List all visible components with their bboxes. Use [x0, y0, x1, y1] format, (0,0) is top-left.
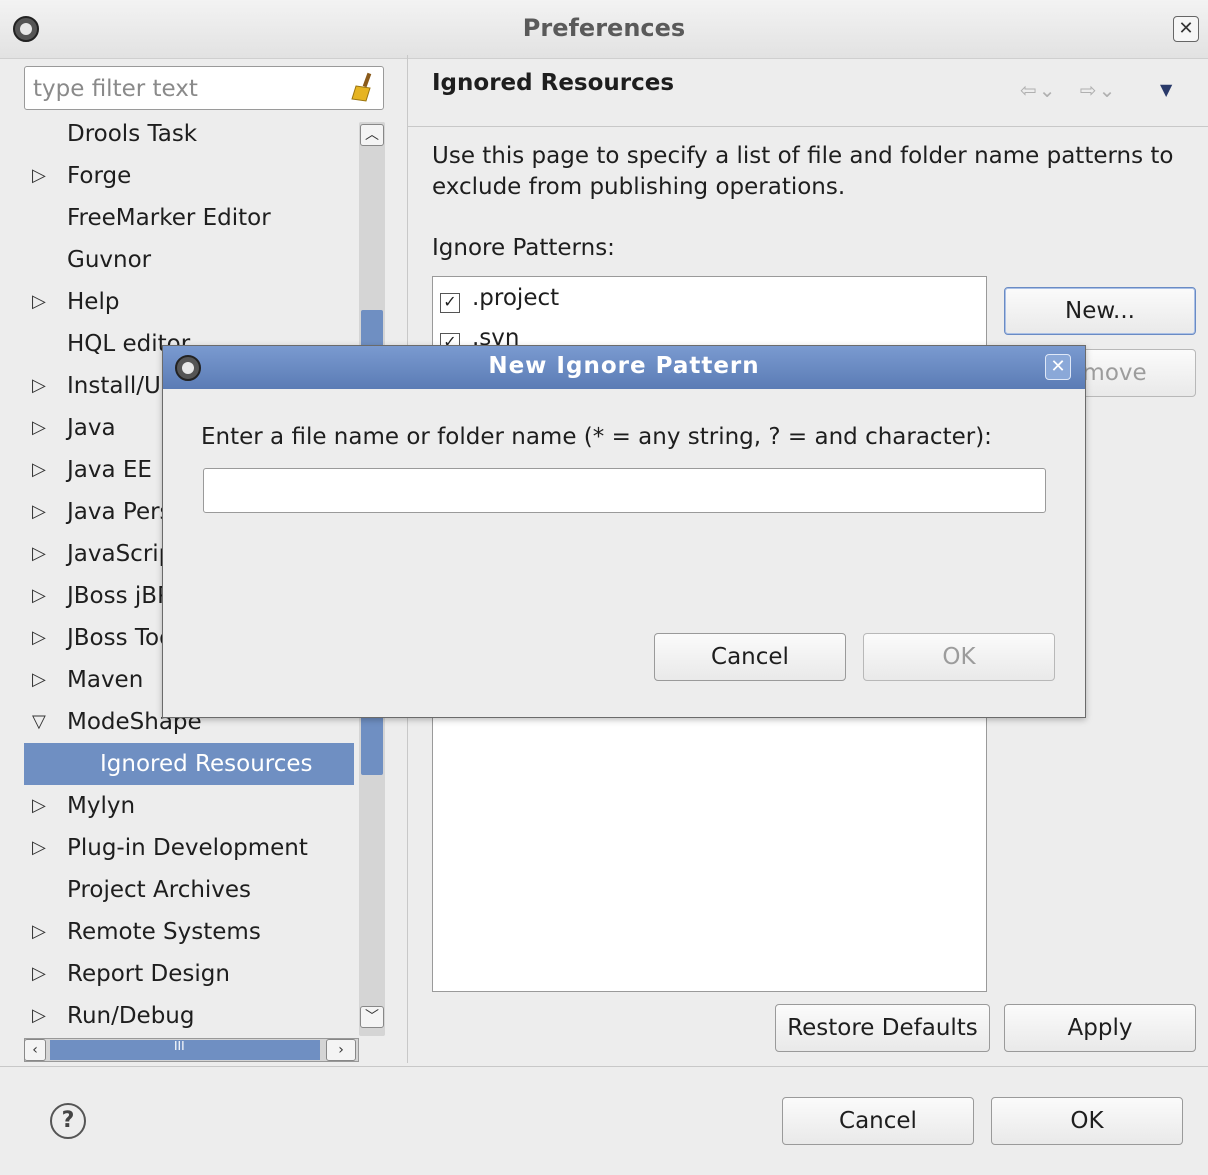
tree-item[interactable]: ▷ Mylyn — [24, 785, 354, 827]
expand-arrow-icon[interactable]: ▷ — [32, 617, 46, 659]
dialog-close-icon[interactable]: ✕ — [1045, 354, 1071, 380]
tree-item[interactable]: ▷ Remote Systems — [24, 911, 354, 953]
tree-item-label: Remote Systems — [67, 919, 261, 945]
filter-field[interactable] — [24, 66, 384, 110]
expand-arrow-icon[interactable]: ▷ — [32, 995, 46, 1037]
tree-item[interactable]: Guvnor — [24, 239, 354, 281]
tree-item[interactable]: Drools Task — [24, 113, 354, 155]
tree-item-label: Plug-in Development — [67, 835, 308, 861]
pattern-input[interactable] — [203, 468, 1046, 513]
tree-item[interactable]: ▷ Run/Debug — [24, 995, 354, 1037]
scroll-left-button[interactable]: ‹ — [24, 1039, 46, 1061]
expand-arrow-icon[interactable]: ▷ — [32, 533, 46, 575]
scroll-right-button[interactable]: › — [326, 1039, 356, 1061]
expand-arrow-icon[interactable]: ▷ — [32, 575, 46, 617]
tree-item-label: Maven — [67, 667, 144, 693]
expand-arrow-icon[interactable]: ▷ — [32, 155, 46, 197]
tree-item[interactable]: Project Archives — [24, 869, 354, 911]
page-description: Use this page to specify a list of file … — [432, 143, 1174, 200]
window-close-icon[interactable]: ✕ — [1173, 16, 1199, 42]
expand-arrow-icon[interactable]: ▷ — [32, 827, 46, 869]
help-icon[interactable]: ? — [50, 1103, 86, 1139]
expand-arrow-icon[interactable]: ▷ — [32, 281, 46, 323]
expand-arrow-icon[interactable]: ▷ — [32, 911, 46, 953]
tree-item-label: Forge — [67, 163, 132, 189]
tree-item-label: Drools Task — [67, 121, 198, 147]
expand-arrow-icon[interactable]: ▷ — [32, 407, 46, 449]
tree-item-label: Java — [67, 415, 116, 441]
tree-item-label: Run/Debug — [67, 1003, 195, 1029]
page-title: Ignored Resources — [432, 70, 675, 96]
scroll-up-button[interactable]: ︿ — [360, 124, 384, 146]
tree-item-label: Guvnor — [67, 247, 152, 273]
tree-hscroll-thumb[interactable] — [50, 1040, 320, 1060]
tree-item-label: Ignored Resources — [100, 751, 313, 777]
tree-item[interactable]: ▷ Forge — [24, 155, 354, 197]
clear-filter-icon[interactable] — [350, 72, 376, 102]
new-button[interactable]: New... — [1004, 287, 1196, 335]
cancel-button[interactable]: Cancel — [782, 1097, 974, 1145]
expand-arrow-icon[interactable]: ▷ — [32, 491, 46, 533]
dialog-cancel-button[interactable]: Cancel — [654, 633, 846, 681]
tree-item-label: FreeMarker Editor — [67, 205, 271, 231]
collapse-arrow-icon[interactable]: ▽ — [32, 701, 46, 743]
scroll-down-button[interactable]: ﹀ — [360, 1006, 384, 1028]
tree-item[interactable]: FreeMarker Editor — [24, 197, 354, 239]
tree-item-label: Java EE — [67, 457, 152, 483]
back-icon[interactable]: ⇦⌄ — [1020, 78, 1058, 102]
dialog-ok-button[interactable]: OK — [863, 633, 1055, 681]
tree-item-label: Help — [67, 289, 120, 315]
expand-arrow-icon[interactable]: ▷ — [32, 659, 46, 701]
tree-item[interactable]: ▷ Plug-in Development — [24, 827, 354, 869]
expand-arrow-icon[interactable]: ▷ — [32, 365, 46, 407]
tree-item-label: Mylyn — [67, 793, 136, 819]
history-nav: ⇦⌄ ⇨⌄ — [1020, 78, 1117, 102]
tree-item[interactable]: Ignored Resources — [24, 743, 354, 785]
divider — [408, 126, 1208, 127]
pattern-name: .project — [472, 285, 560, 311]
forward-icon[interactable]: ⇨⌄ — [1080, 78, 1118, 102]
expand-arrow-icon[interactable]: ▷ — [32, 953, 46, 995]
pattern-checkbox[interactable]: ✓ — [440, 293, 460, 313]
expand-arrow-icon[interactable]: ▷ — [32, 785, 46, 827]
list-item[interactable]: ✓ .project — [440, 278, 559, 318]
apply-button[interactable]: Apply — [1004, 1004, 1196, 1052]
ok-button[interactable]: OK — [991, 1097, 1183, 1145]
tree-item[interactable]: ▷ Help — [24, 281, 354, 323]
dialog-title: New Ignore Pattern — [488, 353, 760, 379]
tree-item-label: Report Design — [67, 961, 230, 987]
scroll-grip: III — [174, 1039, 185, 1053]
divider — [0, 1066, 1208, 1067]
tree-item-label: Project Archives — [67, 877, 252, 903]
patterns-label: Ignore Patterns: — [432, 235, 615, 261]
dialog-prompt: Enter a file name or folder name (* = an… — [201, 424, 992, 450]
view-menu-icon[interactable]: ▼ — [1160, 80, 1172, 99]
filter-input[interactable] — [31, 73, 345, 105]
window-title: Preferences — [522, 14, 686, 42]
tree-item[interactable]: ▷ Report Design — [24, 953, 354, 995]
expand-arrow-icon[interactable]: ▷ — [32, 449, 46, 491]
restore-defaults-button[interactable]: Restore Defaults — [775, 1004, 990, 1052]
